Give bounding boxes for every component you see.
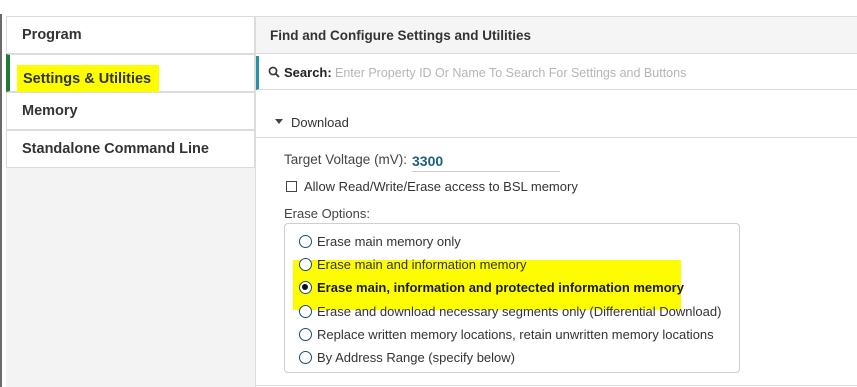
option-label: Erase main memory only (317, 234, 461, 249)
radio-button[interactable] (299, 258, 312, 271)
erase-options-group: Erase main memory only Erase main and in… (284, 223, 740, 373)
erase-options-label: Erase Options: (284, 206, 370, 221)
radio-button[interactable] (299, 328, 312, 341)
caret-down-icon (275, 119, 283, 124)
sidebar-item-label: Standalone Command Line (22, 141, 209, 157)
panel-title: Find and Configure Settings and Utilitie… (270, 28, 532, 43)
option-label: Erase and download necessary segments on… (317, 304, 722, 319)
search-label: Search: (284, 65, 332, 80)
sidebar-item-label: Program (22, 27, 82, 43)
sidebar-item-standalone-command-line[interactable]: Standalone Command Line (6, 130, 255, 168)
search-icon (268, 66, 280, 78)
option-label: Erase main and information memory (317, 257, 527, 272)
sidebar-item-program[interactable]: Program (6, 16, 255, 54)
target-voltage-field[interactable] (412, 150, 560, 172)
target-voltage-label: Target Voltage (mV): (284, 152, 408, 167)
search-bar: Search: (256, 56, 857, 90)
bsl-access-checkbox-label: Allow Read/Write/Erase access to BSL mem… (304, 179, 578, 194)
section-divider (256, 385, 857, 386)
search-input[interactable] (335, 62, 855, 84)
main-panel: Find and Configure Settings and Utilitie… (256, 16, 857, 387)
panel-header: Find and Configure Settings and Utilitie… (256, 16, 857, 54)
sidebar-item-memory[interactable]: Memory (6, 92, 255, 130)
sidebar-item-label: Settings & Utilities (17, 65, 160, 93)
sidebar: Program Settings & Utilities Memory Stan… (6, 16, 255, 387)
bsl-access-checkbox[interactable] (286, 181, 297, 192)
option-label: By Address Range (specify below) (317, 350, 515, 365)
radio-button[interactable] (299, 305, 312, 318)
radio-button[interactable] (299, 235, 312, 248)
window-frame-left (0, 14, 2, 387)
sidebar-item-settings-utilities[interactable]: Settings & Utilities (6, 54, 255, 93)
section-title: Download (291, 115, 349, 130)
sidebar-item-label: Memory (22, 103, 78, 119)
download-section-header[interactable]: Download (256, 108, 857, 138)
radio-button-selected[interactable] (299, 281, 312, 294)
option-label: Erase main, information and protected in… (317, 280, 684, 295)
option-label: Replace written memory locations, retain… (317, 327, 714, 342)
sidebar-empty-area (6, 168, 255, 387)
radio-button[interactable] (299, 351, 312, 364)
